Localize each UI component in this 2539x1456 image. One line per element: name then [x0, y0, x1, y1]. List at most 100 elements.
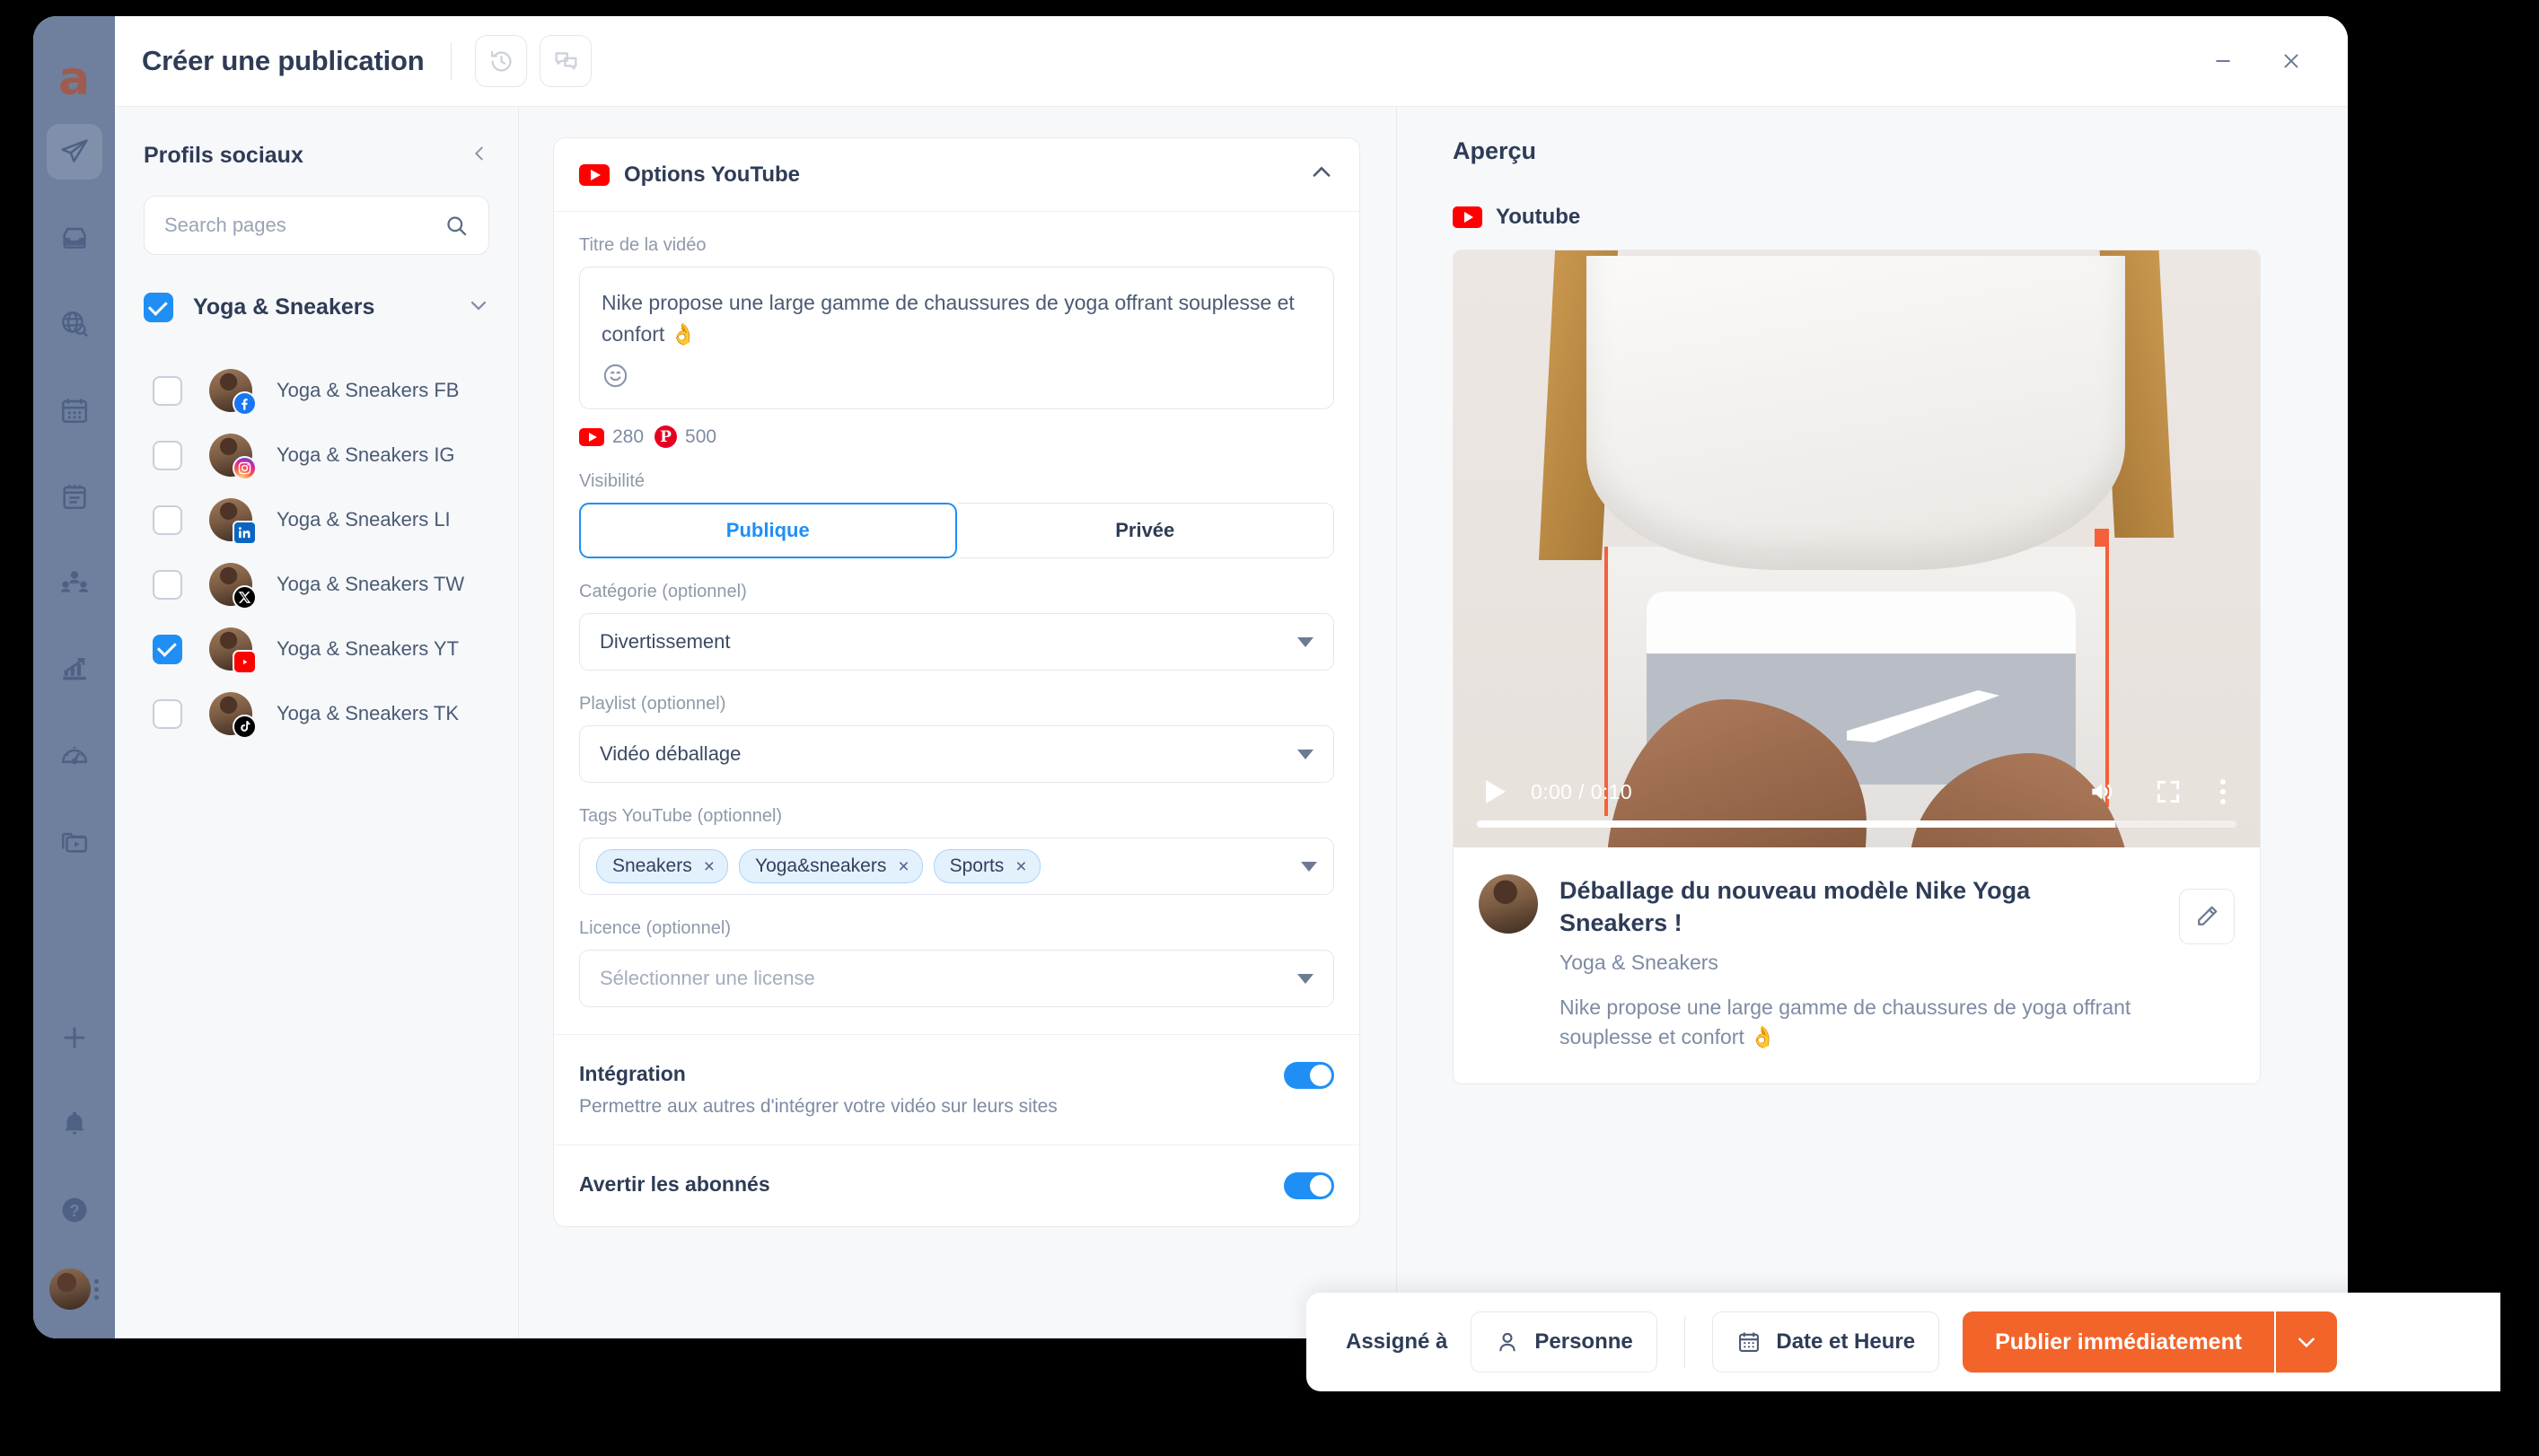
profile-row-linkedin[interactable]: Yoga & Sneakers LI: [144, 487, 489, 552]
category-value: Divertissement: [600, 630, 731, 653]
search-icon[interactable]: [444, 214, 469, 238]
tag-chip[interactable]: Yoga&sneakers ×: [738, 849, 923, 883]
profile-checkbox[interactable]: [153, 440, 182, 470]
tags-input[interactable]: Sneakers × Yoga&sneakers × Sports ×: [579, 838, 1334, 895]
remove-tag-icon[interactable]: ×: [898, 857, 909, 876]
minimize-button[interactable]: [2199, 37, 2247, 85]
rail-item-inbox[interactable]: [47, 210, 102, 266]
counter-pinterest-value: 500: [685, 425, 717, 447]
playlist-value: Vidéo déballage: [600, 742, 742, 765]
profile-row-facebook[interactable]: Yoga & Sneakers FB: [144, 358, 489, 423]
rail-item-help[interactable]: ?: [47, 1182, 102, 1238]
profile-name: Yoga & Sneakers LI: [277, 508, 451, 531]
video-progress-bar[interactable]: [1477, 820, 2236, 828]
category-label: Catégorie (optionnel): [579, 582, 747, 601]
collapse-youtube-options-button[interactable]: [1309, 160, 1334, 189]
rail-item-dashboard[interactable]: [47, 727, 102, 783]
visibility-public-button[interactable]: Publique: [579, 503, 957, 558]
search-input[interactable]: [164, 214, 444, 237]
notify-title: Avertir les abonnés: [579, 1172, 770, 1196]
assign-person-button[interactable]: Personne: [1471, 1311, 1657, 1373]
calendar-icon: [59, 395, 90, 425]
profile-name: Yoga & Sneakers TK: [277, 702, 460, 724]
video-player[interactable]: 0:00 / 0:10: [1454, 250, 2260, 847]
inbox-icon: [59, 223, 90, 253]
rail-item-audience[interactable]: [47, 555, 102, 610]
tag-label: Sports: [949, 855, 1005, 876]
app-logo: a: [57, 52, 91, 107]
app-window: a ? Créer une publication Profils sociau…: [33, 16, 2348, 1338]
profile-checkbox[interactable]: [153, 634, 182, 664]
playlist-select[interactable]: Vidéo déballage: [579, 725, 1334, 783]
remove-tag-icon[interactable]: ×: [704, 857, 715, 876]
license-select[interactable]: Sélectionner une license: [579, 950, 1334, 1007]
search-pages-box[interactable]: [144, 196, 489, 255]
comments-button[interactable]: [540, 35, 593, 87]
visibility-label: Visibilité: [579, 471, 645, 491]
group-checkbox[interactable]: [144, 293, 173, 322]
volume-icon[interactable]: [2087, 777, 2116, 806]
preview-card: 0:00 / 0:10 Déballage du nouveau modèle …: [1453, 250, 2261, 1084]
edit-preview-button[interactable]: [2179, 889, 2235, 944]
emoji-picker-button[interactable]: [602, 362, 629, 390]
counter-youtube: 280: [579, 426, 644, 448]
rail-item-add[interactable]: [47, 1010, 102, 1066]
history-button[interactable]: [475, 35, 528, 87]
play-icon[interactable]: [1486, 780, 1506, 803]
profile-row-youtube[interactable]: Yoga & Sneakers YT: [144, 617, 489, 681]
publish-options-button[interactable]: [2274, 1311, 2338, 1373]
rail-item-publish[interactable]: [46, 124, 102, 180]
tag-chip[interactable]: Sneakers ×: [596, 849, 728, 883]
rail-item-calendar[interactable]: [47, 382, 102, 438]
preview-network-label: Youtube: [1496, 205, 1581, 229]
globe-search-icon: [59, 309, 90, 339]
rail-item-analytics[interactable]: [47, 641, 102, 697]
profile-checkbox[interactable]: [153, 504, 182, 535]
profile-name: Yoga & Sneakers IG: [277, 443, 455, 466]
visibility-private-button[interactable]: Privée: [956, 503, 1334, 558]
category-select[interactable]: Divertissement: [579, 613, 1334, 671]
counter-pinterest: P 500: [655, 425, 716, 448]
profile-row-instagram[interactable]: Yoga & Sneakers IG: [144, 423, 489, 487]
notify-toggle[interactable]: [1284, 1172, 1334, 1199]
embed-toggle[interactable]: [1284, 1062, 1334, 1089]
rail-account[interactable]: [49, 1268, 99, 1310]
embed-title: Intégration: [579, 1062, 686, 1085]
rail-item-notifications[interactable]: [47, 1096, 102, 1152]
profile-checkbox[interactable]: [153, 698, 182, 729]
date-time-button[interactable]: Date et Heure: [1712, 1311, 1940, 1373]
rail-item-media[interactable]: [47, 813, 102, 869]
youtube-options-header[interactable]: Options YouTube: [554, 138, 1359, 212]
linkedin-icon: [233, 521, 257, 545]
publish-group: Publier immédiatement: [1963, 1311, 2338, 1373]
group-expand-button[interactable]: [468, 294, 489, 320]
profile-row-tiktok[interactable]: Yoga & Sneakers TK: [144, 681, 489, 746]
avatar: [209, 369, 257, 416]
kebab-menu-icon[interactable]: [94, 1278, 99, 1300]
svg-text:?: ?: [69, 1201, 79, 1220]
profile-name: Yoga & Sneakers FB: [277, 379, 460, 401]
profile-checkbox[interactable]: [153, 375, 182, 406]
video-controls: 0:00 / 0:10: [1454, 763, 2260, 847]
publish-button[interactable]: Publier immédiatement: [1963, 1311, 2275, 1373]
youtube-icon: [1453, 206, 1482, 228]
rail-item-notes[interactable]: [47, 469, 102, 524]
video-title-input[interactable]: Nike propose une large gamme de chaussur…: [579, 267, 1334, 409]
preview-channel-name: Yoga & Sneakers: [1559, 950, 1718, 974]
profile-group-row[interactable]: Yoga & Sneakers: [144, 293, 489, 322]
collapse-profiles-button[interactable]: [470, 144, 489, 168]
profile-checkbox[interactable]: [153, 569, 182, 600]
video-title-label: Titre de la vidéo: [579, 235, 707, 255]
fullscreen-icon[interactable]: [2154, 777, 2183, 806]
avatar: [49, 1268, 91, 1310]
tag-chip[interactable]: Sports ×: [933, 849, 1041, 883]
preview-post-meta: Déballage du nouveau modèle Nike Yoga Sn…: [1454, 847, 2260, 1083]
youtube-icon: [579, 163, 610, 186]
close-button[interactable]: [2267, 37, 2315, 85]
rail-item-listening[interactable]: [47, 296, 102, 352]
kebab-menu-icon[interactable]: [2220, 779, 2226, 804]
group-name: Yoga & Sneakers: [193, 294, 375, 320]
avatar: [209, 434, 257, 480]
remove-tag-icon[interactable]: ×: [1015, 857, 1026, 876]
profile-row-x[interactable]: Yoga & Sneakers TW: [144, 552, 489, 617]
